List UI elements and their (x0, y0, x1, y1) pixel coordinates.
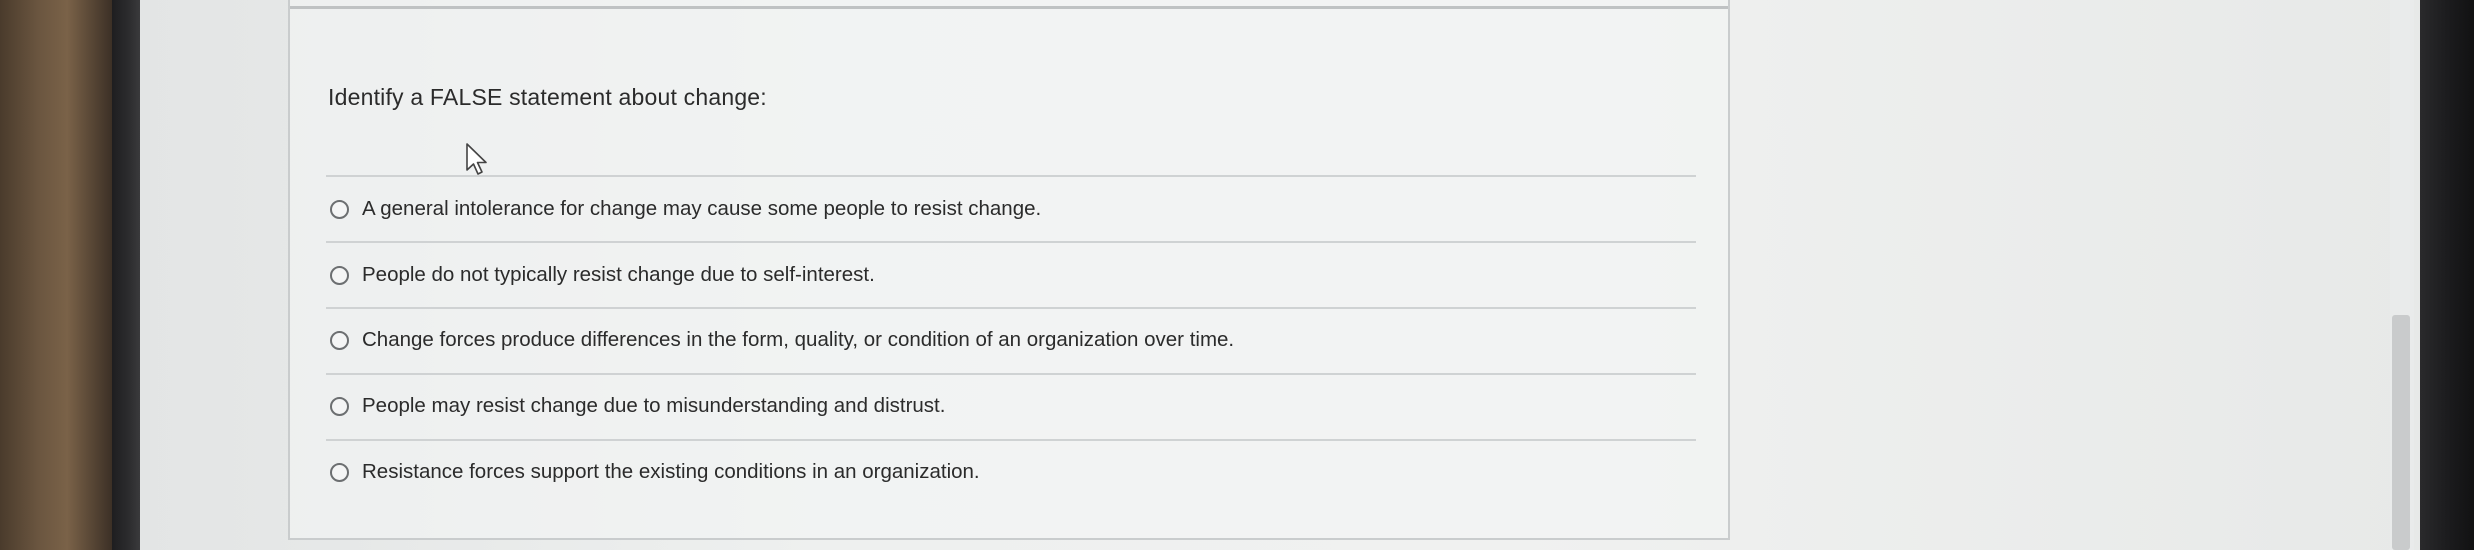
monitor-bezel-right (2420, 0, 2474, 550)
question-prompt: Identify a FALSE statement about change: (328, 84, 767, 110)
option-2[interactable]: People do not typically resist change du… (330, 255, 875, 295)
option-divider (326, 373, 1696, 375)
option-label[interactable]: Change forces produce differences in the… (362, 328, 1234, 352)
option-label[interactable]: People may resist change due to misunder… (362, 394, 945, 418)
desk-background (0, 0, 112, 550)
option-1[interactable]: A general intolerance for change may cau… (330, 189, 1041, 229)
mouse-pointer-icon (466, 143, 487, 175)
option-5[interactable]: Resistance forces support the existing c… (330, 452, 980, 492)
radio-unselected-icon[interactable] (330, 199, 349, 219)
radio-unselected-icon[interactable] (330, 396, 349, 416)
option-3[interactable]: Change forces produce differences in the… (330, 320, 1234, 360)
option-divider (326, 439, 1696, 441)
radio-unselected-icon[interactable] (330, 462, 349, 482)
option-label[interactable]: People do not typically resist change du… (362, 263, 875, 287)
option-label[interactable]: A general intolerance for change may cau… (362, 197, 1041, 221)
radio-unselected-icon[interactable] (330, 330, 349, 350)
option-divider (326, 241, 1696, 243)
option-divider (326, 307, 1696, 309)
option-label[interactable]: Resistance forces support the existing c… (362, 460, 980, 484)
card-top-divider (290, 6, 1728, 9)
option-divider (326, 175, 1696, 177)
scrollbar-thumb[interactable] (2392, 315, 2410, 550)
option-4[interactable]: People may resist change due to misunder… (330, 386, 945, 426)
monitor-bezel-left (112, 0, 140, 550)
radio-unselected-icon[interactable] (330, 265, 349, 285)
